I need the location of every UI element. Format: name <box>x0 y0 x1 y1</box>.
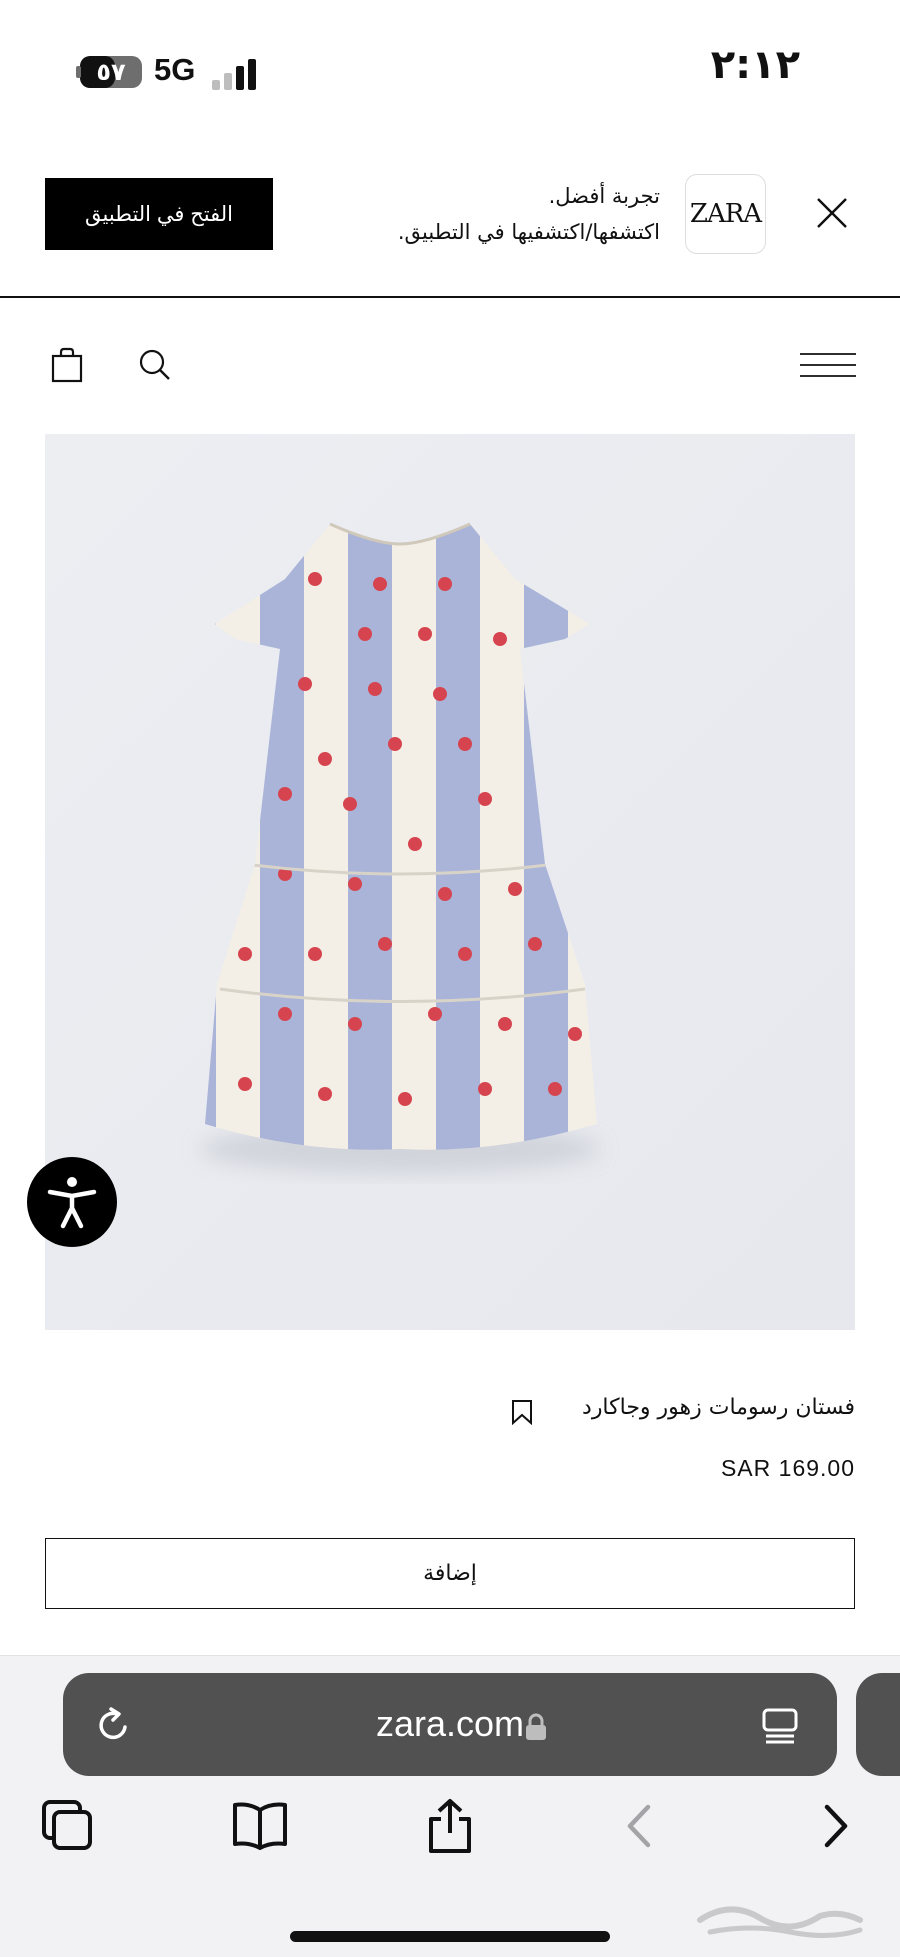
flower-motif <box>368 682 382 696</box>
bookmark-icon <box>512 1400 532 1426</box>
product-photo-dress <box>200 522 600 1174</box>
signal-strength-icon <box>212 58 260 90</box>
flower-motif <box>478 1082 492 1096</box>
status-time: ٢:١٢ <box>710 42 800 88</box>
flower-motif <box>438 577 452 591</box>
bookmarks-icon <box>233 1802 287 1850</box>
network-type: 5G <box>154 52 196 87</box>
signal-bar <box>212 80 220 90</box>
shopping-bag-icon <box>51 347 83 383</box>
signal-bar <box>224 73 232 90</box>
app-promo-headline: تجربة أفضل. <box>548 184 660 208</box>
back-icon <box>627 1804 651 1848</box>
flower-motif <box>308 947 322 961</box>
reader-mode-icon <box>762 1708 798 1744</box>
hamburger-menu-icon <box>800 353 856 377</box>
menu-button[interactable] <box>800 352 856 378</box>
shopping-bag-button[interactable] <box>50 347 84 383</box>
flower-motif <box>308 572 322 586</box>
home-indicator <box>290 1931 610 1942</box>
reader-mode-button[interactable] <box>758 1706 802 1746</box>
flower-motif <box>568 1027 582 1041</box>
share-button[interactable] <box>420 1796 480 1856</box>
flower-motif <box>378 937 392 951</box>
flower-motif <box>343 797 357 811</box>
lock-indicator <box>525 1713 547 1741</box>
product-name: فستان رسومات زهور وجاكارد <box>582 1395 855 1420</box>
save-item-button[interactable] <box>511 1399 533 1426</box>
flower-motif <box>438 887 452 901</box>
search-button[interactable] <box>138 348 172 382</box>
flower-motif <box>478 792 492 806</box>
share-icon <box>429 1799 471 1853</box>
flower-motif <box>373 577 387 591</box>
accessibility-icon <box>47 1177 97 1229</box>
url-text[interactable]: zara.com <box>63 1703 837 1745</box>
app-promo-subline: اكتشفها/اكتشفيها في التطبيق. <box>397 220 660 244</box>
forward-button[interactable] <box>805 1796 865 1856</box>
flower-motif <box>298 677 312 691</box>
close-icon <box>817 198 847 228</box>
flower-motif <box>348 1017 362 1031</box>
tabs-icon <box>42 1800 92 1850</box>
address-bar[interactable]: zara.com <box>63 1673 837 1776</box>
battery-indicator: ٥٧ <box>80 56 142 88</box>
site-header <box>0 300 900 430</box>
next-tab-preview[interactable] <box>856 1673 900 1776</box>
flower-motif <box>318 1087 332 1101</box>
flower-motif <box>408 837 422 851</box>
flower-motif <box>508 882 522 896</box>
flower-motif <box>238 947 252 961</box>
app-promo-text: تجربة أفضل. اكتشفها/اكتشفيها في التطبيق. <box>300 178 660 250</box>
flower-motif <box>278 1007 292 1021</box>
flower-motif <box>528 937 542 951</box>
flower-motif <box>548 1082 562 1096</box>
flower-motif <box>398 1092 412 1106</box>
forward-icon <box>824 1804 848 1848</box>
zara-app-logo: ZARA <box>685 174 766 254</box>
accessibility-button[interactable] <box>27 1157 117 1247</box>
product-title-row: فستان رسومات زهور وجاكارد <box>45 1395 855 1431</box>
battery-level: ٥٧ <box>96 58 126 86</box>
flower-motif <box>428 1007 442 1021</box>
status-bar: ٥٧ 5G ٢:١٢ <box>0 0 900 140</box>
lock-icon <box>526 1713 546 1740</box>
tabs-button[interactable] <box>38 1796 98 1856</box>
flower-motif <box>278 787 292 801</box>
battery-tip <box>76 66 81 78</box>
flower-motif <box>348 877 362 891</box>
watermark-logo <box>697 1906 863 1939</box>
signal-bar <box>236 66 244 90</box>
flower-motif <box>358 627 372 641</box>
app-promo-banner: الفتح في التطبيق تجربة أفضل. اكتشفها/اكت… <box>0 160 900 298</box>
flower-motif <box>433 687 447 701</box>
flower-motif <box>498 1017 512 1031</box>
product-image[interactable] <box>45 434 855 1330</box>
search-icon <box>139 349 170 380</box>
flower-motif <box>388 737 402 751</box>
flower-motif <box>493 632 507 646</box>
flower-motif <box>418 627 432 641</box>
bookmarks-button[interactable] <box>230 1796 290 1856</box>
flower-motif <box>458 947 472 961</box>
flower-motif <box>458 737 472 751</box>
signal-bar <box>248 59 256 90</box>
add-to-cart-button[interactable]: إضافة <box>45 1538 855 1609</box>
browser-bottom-toolbar <box>0 1796 900 1876</box>
flower-motif <box>318 752 332 766</box>
product-price: SAR 169.00 <box>720 1455 855 1481</box>
browser-toolbar: zara.com <box>0 1655 900 1957</box>
close-banner-button[interactable] <box>815 196 849 230</box>
flower-motif <box>238 1077 252 1091</box>
open-in-app-button[interactable]: الفتح في التطبيق <box>45 178 273 250</box>
back-button[interactable] <box>610 1796 670 1856</box>
